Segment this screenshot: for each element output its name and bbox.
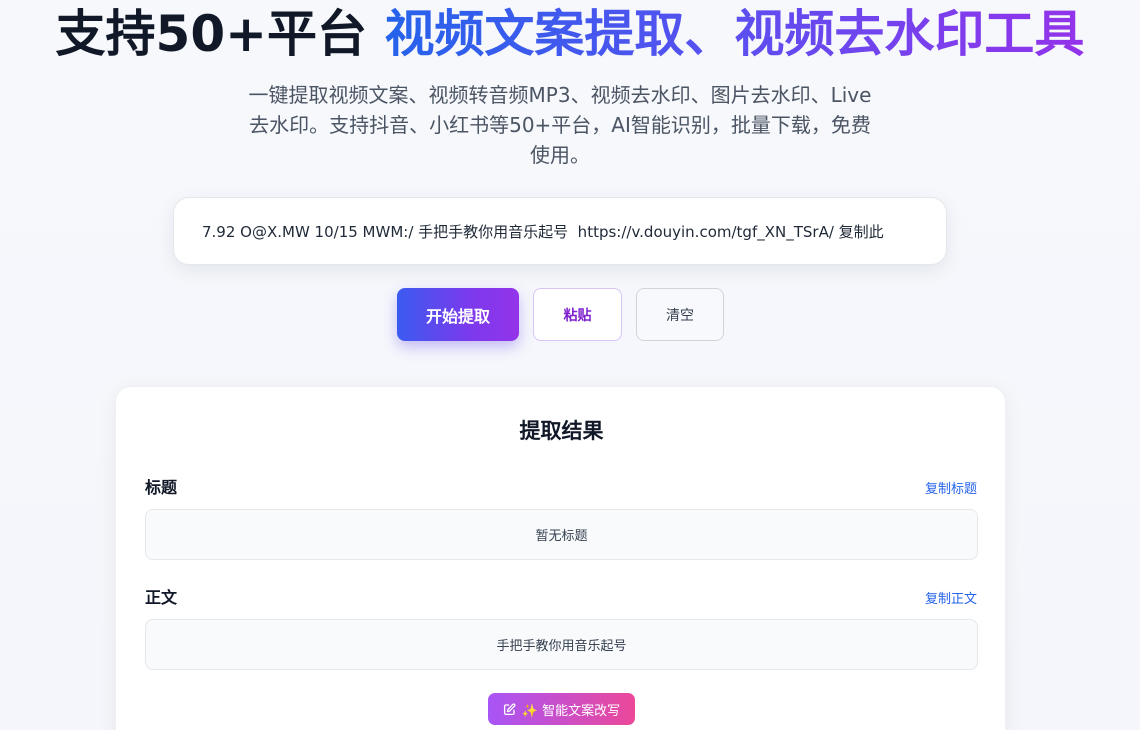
hero-title: 支持50+平台 视频文案提取、视频去水印工具 bbox=[0, 0, 1140, 68]
smart-rewrite-label: ✨ 智能文案改写 bbox=[521, 703, 621, 719]
paste-button[interactable]: 粘贴 bbox=[533, 288, 622, 341]
link-input-container bbox=[173, 197, 947, 265]
hero-subtitle: 一键提取视频文案、视频转音频MP3、视频去水印、图片去水印、Live去水印。支持… bbox=[248, 83, 872, 167]
smart-rewrite-button[interactable]: ✨ 智能文案改写 bbox=[488, 693, 635, 725]
copy-title-link[interactable]: 复制标题 bbox=[925, 478, 977, 497]
start-extract-button[interactable]: 开始提取 bbox=[397, 288, 519, 341]
hero-title-plain: 支持50+平台 bbox=[55, 5, 385, 63]
hero-title-gradient: 视频文案提取、视频去水印工具 bbox=[384, 5, 1085, 63]
link-input[interactable] bbox=[200, 221, 920, 241]
copy-body-link[interactable]: 复制正文 bbox=[925, 588, 977, 607]
edit-icon bbox=[503, 702, 516, 716]
title-value-box: 暂无标题 bbox=[145, 509, 978, 560]
result-heading: 提取结果 bbox=[519, 419, 604, 443]
body-value-box: 手把手教你用音乐起号 bbox=[145, 619, 978, 670]
body-label: 正文 bbox=[145, 588, 178, 607]
clear-button[interactable]: 清空 bbox=[636, 288, 724, 341]
result-card: 提取结果 标题 复制标题 暂无标题 正文 复制正文 手把手教你用音乐起号 ✨ 智… bbox=[115, 386, 1006, 730]
title-label: 标题 bbox=[145, 478, 178, 497]
